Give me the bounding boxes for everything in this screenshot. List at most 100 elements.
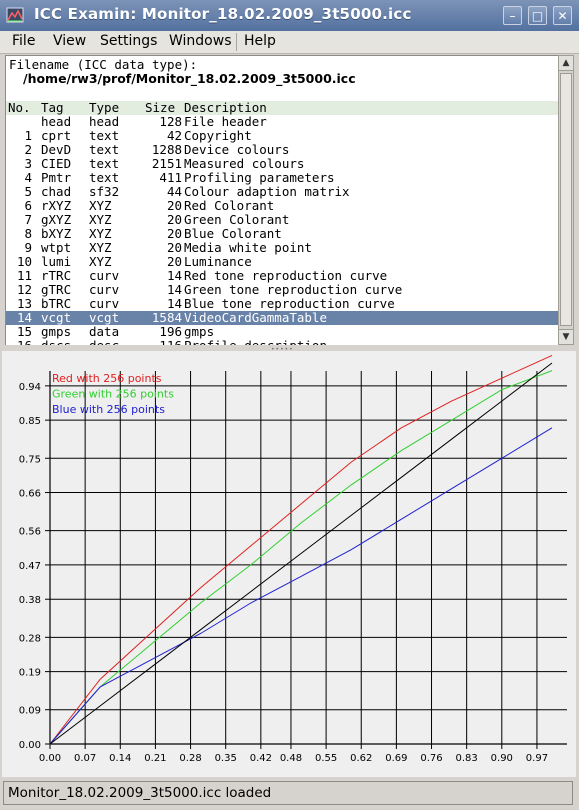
table-header: No. Tag Type Size Description <box>6 101 559 115</box>
x-tick-label: 0.62 <box>350 753 372 764</box>
cell-tag: cprt <box>41 128 72 143</box>
scroll-up-icon[interactable]: ▲ <box>559 56 573 71</box>
tag-list-scrollbar[interactable]: ▲ ▼ <box>558 55 574 345</box>
cell-no: 9 <box>24 240 32 255</box>
table-row[interactable]: 5 chad sf32 44 Colour adaption matrix <box>6 185 559 199</box>
curve-plot[interactable]: 0.00 0.07 0.14 0.21 0.28 0.35 0.42 0.48 0.55 0.62… <box>2 351 576 777</box>
table-row[interactable]: 15 gmps data 196 gmps <box>6 325 559 339</box>
col-description: Description <box>184 100 267 115</box>
y-tick-label: 0.09 <box>19 706 41 717</box>
cell-no: 4 <box>24 170 32 185</box>
cell-tag: gmps <box>41 324 72 339</box>
menu-windows[interactable]: Windows <box>169 33 232 49</box>
cell-desc: Device colours <box>184 142 290 157</box>
y-tick-label: 0.85 <box>19 416 41 427</box>
cell-desc: gmps <box>184 324 215 339</box>
y-tick-label: 0.38 <box>19 595 41 606</box>
cell-desc: Green tone reproduction curve <box>184 282 403 297</box>
cell-desc: Red tone reproduction curve <box>184 268 388 283</box>
scroll-thumb[interactable] <box>560 73 572 326</box>
cell-tag: gTRC <box>41 282 72 297</box>
maximize-button[interactable]: □ <box>528 6 547 25</box>
cell-type: text <box>89 128 120 143</box>
cell-no: 14 <box>16 310 32 325</box>
col-type: Type <box>89 100 120 115</box>
cell-size: 196 <box>159 324 182 339</box>
table-row[interactable]: 2 DevD text 1288 Device colours <box>6 143 559 157</box>
x-tick-label: 0.76 <box>420 753 442 764</box>
cell-desc: Blue tone reproduction curve <box>184 296 395 311</box>
tag-list-panel[interactable]: Filename (ICC data type): /home/rw3/prof… <box>5 55 560 347</box>
cell-desc: Luminance <box>184 254 252 269</box>
menu-settings[interactable]: Settings <box>100 33 157 49</box>
cell-tag: head <box>41 114 72 129</box>
x-tick-label: 0.21 <box>144 753 166 764</box>
x-tick-label: 0.48 <box>280 753 302 764</box>
cell-type: curv <box>89 282 120 297</box>
table-row[interactable]: head head 128 File header <box>6 115 559 129</box>
cell-desc: File header <box>184 114 267 129</box>
menu-view[interactable]: View <box>53 33 86 49</box>
cell-desc: VideoCardGammaTable <box>184 310 327 325</box>
status-bar: Monitor_18.02.2009_3t5000.icc loaded <box>3 781 573 805</box>
table-row[interactable]: 10 lumi XYZ 20 Luminance <box>6 255 559 269</box>
table-row[interactable]: 8 bXYZ XYZ 20 Blue Colorant <box>6 227 559 241</box>
cell-no: 8 <box>24 226 32 241</box>
x-tick-label: 0.28 <box>179 753 201 764</box>
table-row[interactable]: 9 wtpt XYZ 20 Media white point <box>6 241 559 255</box>
cell-type: text <box>89 142 120 157</box>
menu-file[interactable]: File <box>12 33 35 49</box>
x-tick-label: 0.97 <box>526 753 548 764</box>
table-row[interactable]: 3 CIED text 2151 Measured colours <box>6 157 559 171</box>
cell-no: 12 <box>16 282 32 297</box>
y-tick-label: 0.94 <box>19 382 41 393</box>
minimize-button[interactable]: – <box>503 6 522 25</box>
cell-no: 3 <box>24 156 32 171</box>
x-tick-label: 0.14 <box>109 753 131 764</box>
x-tick-label: 0.42 <box>250 753 272 764</box>
table-row[interactable]: 13 bTRC curv 14 Blue tone reproduction curve <box>6 297 559 311</box>
filename-label: Filename (ICC data type): <box>9 57 198 72</box>
cell-tag: lumi <box>41 254 72 269</box>
title-bar[interactable]: ICC Examin: Monitor_18.02.2009_3t5000.ic… <box>0 0 579 31</box>
cell-type: text <box>89 156 120 171</box>
table-row[interactable]: 1 cprt text 42 Copyright <box>6 129 559 143</box>
col-no: No. <box>8 100 31 115</box>
cell-no: 6 <box>24 198 32 213</box>
table-row[interactable]: 11 rTRC curv 14 Red tone reproduction curve <box>6 269 559 283</box>
cell-type: vcgt <box>89 310 120 325</box>
cell-size: 14 <box>166 296 182 311</box>
table-row[interactable]: 12 gTRC curv 14 Green tone reproduction curv… <box>6 283 559 297</box>
table-row[interactable]: 14 vcgt vcgt 1584 VideoCardGammaTable <box>6 311 559 325</box>
cell-size: 1584 <box>151 310 182 325</box>
y-tick-label: 0.75 <box>19 454 41 465</box>
x-tick-label: 0.07 <box>74 753 96 764</box>
cell-tag: bTRC <box>41 296 72 311</box>
cell-type: XYZ <box>89 198 112 213</box>
table-row[interactable]: 7 gXYZ XYZ 20 Green Colorant <box>6 213 559 227</box>
cell-type: data <box>89 324 120 339</box>
series-line-green <box>49 370 553 745</box>
table-row[interactable]: 4 Pmtr text 411 Profiling parameters <box>6 171 559 185</box>
menu-bar: File View Settings Windows Help <box>0 31 579 54</box>
scroll-down-icon[interactable]: ▼ <box>559 329 573 344</box>
series-line-blue <box>49 427 553 745</box>
cell-desc: Media white point <box>184 240 312 255</box>
cell-tag: gXYZ <box>41 212 72 227</box>
menu-help[interactable]: Help <box>244 33 276 49</box>
status-text: Monitor_18.02.2009_3t5000.icc loaded <box>8 785 272 801</box>
cell-desc: Red Colorant <box>184 198 275 213</box>
cell-desc: Measured colours <box>184 156 305 171</box>
close-button[interactable]: ✕ <box>553 6 572 25</box>
cell-tag: Pmtr <box>41 170 72 185</box>
cell-size: 14 <box>166 282 182 297</box>
cell-no: 13 <box>16 296 32 311</box>
cell-size: 1288 <box>151 142 182 157</box>
cell-size: 20 <box>166 240 182 255</box>
filename-path: /home/rw3/prof/Monitor_18.02.2009_3t5000… <box>23 71 356 86</box>
cell-type: curv <box>89 268 120 283</box>
y-tick-label: 0.28 <box>19 633 41 644</box>
x-tick-label: 0.90 <box>491 753 513 764</box>
maximize-icon: □ <box>531 9 544 23</box>
table-row[interactable]: 6 rXYZ XYZ 20 Red Colorant <box>6 199 559 213</box>
